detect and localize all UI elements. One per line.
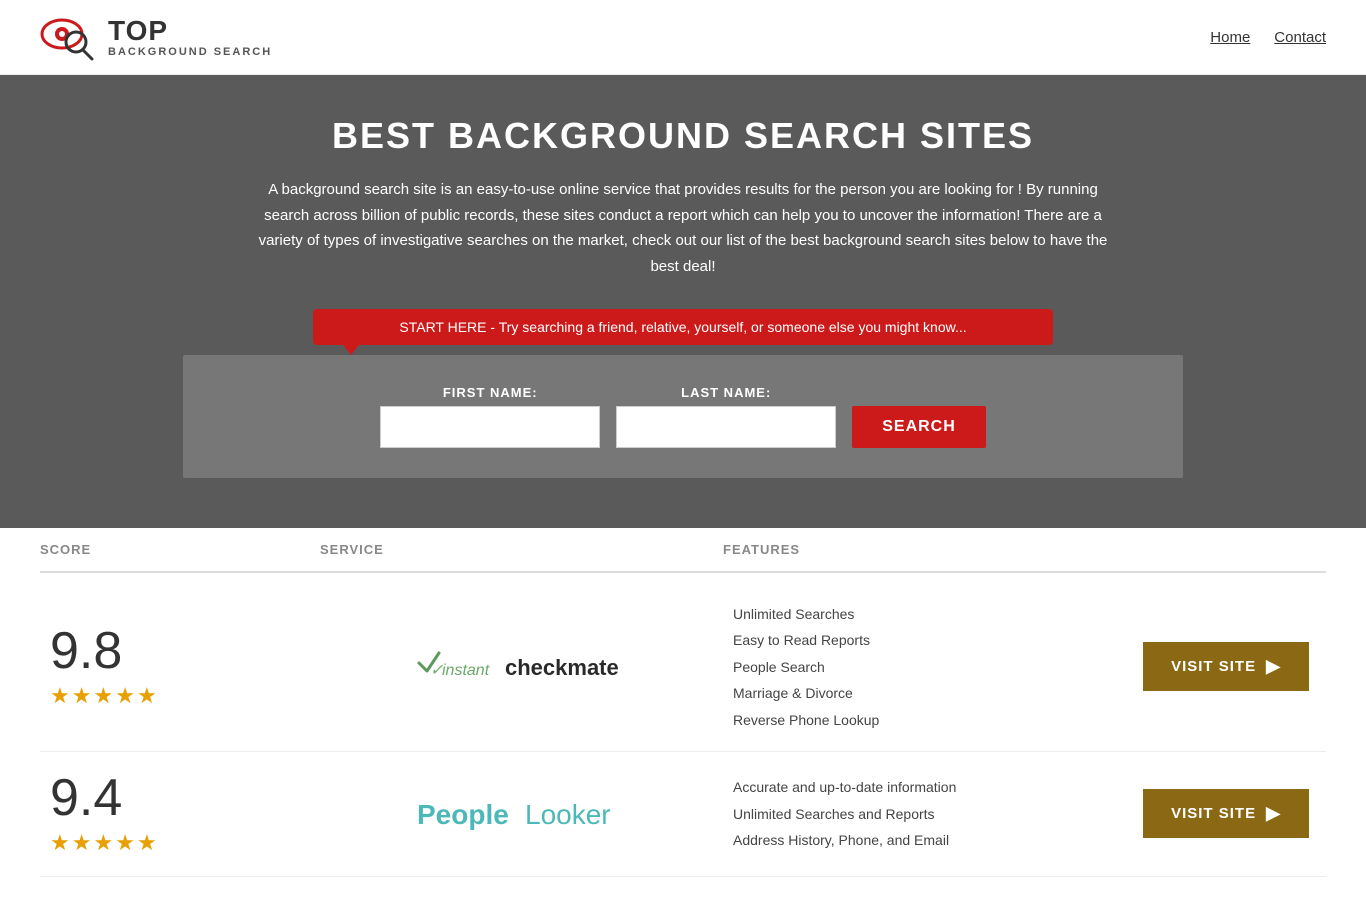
last-name-label: LAST NAME: (616, 385, 836, 400)
service-col-1: instant ✓ checkmate (320, 637, 723, 697)
visit-arrow-2: ▶ (1266, 803, 1281, 824)
checkmate-logo-svg: instant ✓ checkmate (412, 637, 632, 697)
feature-1-5: Reverse Phone Lookup (733, 709, 1126, 731)
last-name-field-group: LAST NAME: (616, 385, 836, 448)
svg-text:checkmate: checkmate (505, 655, 619, 680)
hero-section: BEST BACKGROUND SEARCH SITES A backgroun… (0, 75, 1366, 528)
nav-contact[interactable]: Contact (1274, 29, 1326, 46)
logo-top-text: TOP (108, 16, 272, 47)
logo-icon (40, 12, 100, 62)
search-form-area: FIRST NAME: LAST NAME: SEARCH (183, 355, 1183, 478)
visit-col-2: VISIT SITE ▶ (1126, 789, 1326, 838)
score-col-2: 9.4 ★ ★ ★ ★ ★ (40, 772, 320, 856)
first-name-field-group: FIRST NAME: (380, 385, 600, 448)
stars-1: ★ ★ ★ ★ ★ (50, 683, 157, 709)
col-score-header: SCORE (40, 542, 320, 557)
star-1: ★ (50, 683, 70, 709)
feature-2-3: Address History, Phone, and Email (733, 829, 1126, 851)
logo-text: TOP BACKGROUND SEARCH (108, 16, 272, 59)
feature-1-3: People Search (733, 656, 1126, 678)
score-num-1: 9.8 (50, 625, 122, 677)
star-4: ★ (115, 683, 135, 709)
feature-1-2: Easy to Read Reports (733, 629, 1126, 651)
hero-title: BEST BACKGROUND SEARCH SITES (20, 115, 1346, 157)
service-col-2: People Looker (320, 784, 723, 844)
visit-site-button-2[interactable]: VISIT SITE ▶ (1143, 789, 1309, 838)
search-button[interactable]: SEARCH (852, 406, 986, 448)
results-header: SCORE SERVICE FEATURES (40, 528, 1326, 573)
col-features-header: FEATURES (723, 542, 1126, 557)
peoplelooker-logo: People Looker (412, 784, 632, 844)
speech-bubble: START HERE - Try searching a friend, rel… (313, 309, 1053, 345)
star-2-3: ★ (93, 830, 113, 856)
stars-2: ★ ★ ★ ★ ★ (50, 830, 157, 856)
logo-area: TOP BACKGROUND SEARCH (40, 12, 272, 62)
visit-site-button-1[interactable]: VISIT SITE ▶ (1143, 642, 1309, 691)
hero-description: A background search site is an easy-to-u… (253, 177, 1113, 279)
results-section: SCORE SERVICE FEATURES 9.8 ★ ★ ★ ★ ★ (0, 528, 1366, 917)
star-2-2: ★ (72, 830, 92, 856)
first-name-label: FIRST NAME: (380, 385, 600, 400)
features-col-1: Unlimited Searches Easy to Read Reports … (723, 603, 1126, 731)
svg-text:instant: instant (442, 662, 490, 679)
search-form: FIRST NAME: LAST NAME: SEARCH (203, 385, 1163, 448)
peoplelooker-logo-svg: People Looker (412, 784, 632, 844)
score-num-2: 9.4 (50, 772, 122, 824)
result-row-1: 9.8 ★ ★ ★ ★ ★ instant (40, 583, 1326, 752)
star-2-1: ★ (50, 830, 70, 856)
first-name-input[interactable] (380, 406, 600, 448)
feature-1-4: Marriage & Divorce (733, 682, 1126, 704)
col-action-header (1126, 542, 1326, 557)
checkmate-logo: instant ✓ checkmate (412, 637, 632, 697)
visit-site-label-1: VISIT SITE (1171, 658, 1256, 675)
feature-2-1: Accurate and up-to-date information (733, 776, 1126, 798)
svg-text:People: People (417, 799, 509, 830)
logo-sub-text: BACKGROUND SEARCH (108, 46, 272, 58)
result-row-2: 9.4 ★ ★ ★ ★ ★ People Looker Accurate and… (40, 752, 1326, 877)
svg-text:Looker: Looker (525, 799, 611, 830)
score-col-1: 9.8 ★ ★ ★ ★ ★ (40, 625, 320, 709)
star-2-4: ★ (115, 830, 135, 856)
visit-site-label-2: VISIT SITE (1171, 805, 1256, 822)
star-3: ★ (93, 683, 113, 709)
star-5: ★ (137, 683, 157, 709)
star-2-5: ★ (137, 830, 157, 856)
star-2: ★ (72, 683, 92, 709)
col-service-header: SERVICE (320, 542, 723, 557)
features-col-2: Accurate and up-to-date information Unli… (723, 776, 1126, 851)
main-nav: Home Contact (1210, 29, 1326, 46)
visit-col-1: VISIT SITE ▶ (1126, 642, 1326, 691)
nav-home[interactable]: Home (1210, 29, 1250, 46)
visit-arrow-1: ▶ (1266, 656, 1281, 677)
last-name-input[interactable] (616, 406, 836, 448)
feature-1-1: Unlimited Searches (733, 603, 1126, 625)
header: TOP BACKGROUND SEARCH Home Contact (0, 0, 1366, 75)
svg-text:✓: ✓ (430, 662, 444, 679)
feature-2-2: Unlimited Searches and Reports (733, 803, 1126, 825)
